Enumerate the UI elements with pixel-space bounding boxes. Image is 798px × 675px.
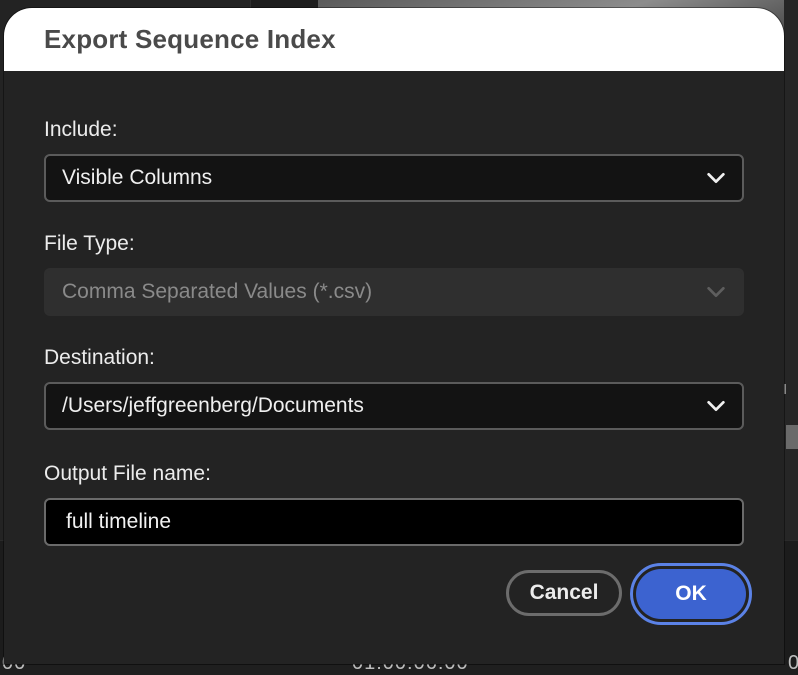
include-value: Visible Columns: [62, 166, 213, 189]
export-sequence-index-dialog: Export Sequence Index Include: Visible C…: [4, 8, 784, 664]
output-file-name-input[interactable]: [44, 498, 744, 546]
chevron-down-icon: [704, 394, 728, 418]
destination-value: /Users/jeffgreenberg/Documents: [62, 394, 364, 417]
background-scrollbar-thumb: [786, 425, 798, 449]
destination-dropdown[interactable]: /Users/jeffgreenberg/Documents: [44, 382, 744, 430]
file-type-label: File Type:: [44, 232, 135, 255]
background-right-panel-edge: [784, 0, 798, 540]
chevron-down-icon: [704, 280, 728, 304]
destination-label: Destination:: [44, 346, 155, 369]
chevron-down-icon: [704, 166, 728, 190]
ok-button[interactable]: OK: [636, 569, 746, 619]
dialog-titlebar[interactable]: Export Sequence Index: [4, 8, 784, 71]
output-file-name-label: Output File name:: [44, 462, 211, 485]
file-type-dropdown: Comma Separated Values (*.csv): [44, 268, 744, 316]
background-tick-mark: [784, 384, 786, 394]
include-dropdown[interactable]: Visible Columns: [44, 154, 744, 202]
cancel-button[interactable]: Cancel: [506, 570, 622, 616]
include-label: Include:: [44, 118, 118, 141]
dialog-title: Export Sequence Index: [44, 24, 336, 54]
file-type-value: Comma Separated Values (*.csv): [62, 280, 373, 303]
